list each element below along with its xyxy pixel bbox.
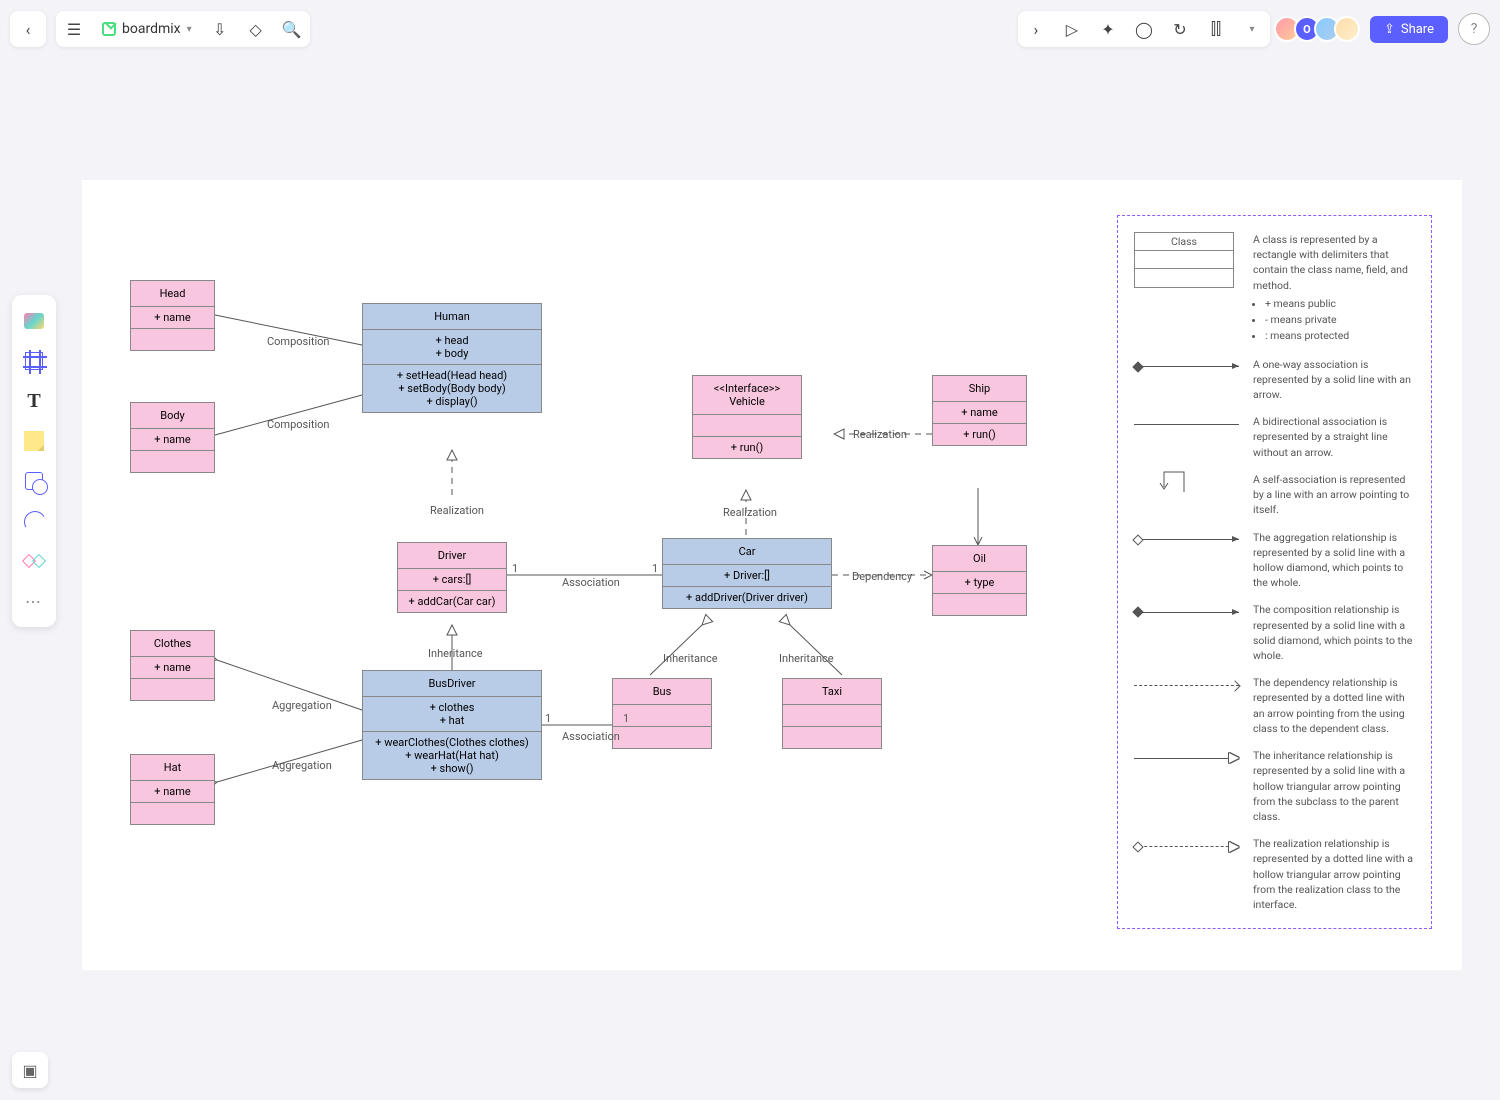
rel-label: Inheritance (663, 652, 718, 665)
class-oil[interactable]: Oil + type (932, 545, 1027, 616)
sticky-note-tool[interactable] (16, 423, 52, 459)
rel-label: Realization (853, 428, 907, 441)
rel-label: Realization (430, 504, 484, 517)
class-ship[interactable]: Ship + name + run() (932, 375, 1027, 446)
rel-label: Aggregation (272, 759, 332, 772)
search-icon[interactable]: 🔍 (274, 11, 310, 47)
rel-label: Association (562, 730, 620, 743)
class-hat[interactable]: Hat + name (130, 754, 215, 825)
history-icon[interactable]: ↻ (1162, 11, 1198, 47)
class-driver[interactable]: Driver + cars:[] + addCar(Car car) (397, 542, 507, 613)
mult-label: 1 (545, 712, 551, 725)
expand-icon[interactable]: › (1018, 11, 1054, 47)
rel-label: Inheritance (428, 647, 483, 660)
app-name: boardmix (122, 21, 181, 37)
minimap-button[interactable]: ▣ (12, 1052, 48, 1088)
canvas[interactable]: Head + name Body + name Human + head+ bo… (82, 180, 1462, 970)
class-clothes[interactable]: Clothes + name (130, 630, 215, 701)
brand-logo-icon (102, 22, 116, 36)
class-vehicle[interactable]: <<Interface>>Vehicle + run() (692, 375, 802, 459)
legend-class-icon: Class (1134, 232, 1234, 288)
rel-label: Association (562, 576, 620, 589)
help-button[interactable]: ? (1458, 13, 1490, 45)
mult-label: 1 (512, 562, 518, 575)
comment-icon[interactable]: ◯ (1126, 11, 1162, 47)
mult-label: 1 (652, 562, 658, 575)
file-menu[interactable]: boardmix ▾ (92, 21, 202, 37)
class-head[interactable]: Head + name (130, 280, 215, 351)
tag-icon[interactable]: ◇ (238, 11, 274, 47)
class-busdriver[interactable]: BusDriver + clothes+ hat + wearClothes(C… (362, 670, 542, 780)
stats-icon[interactable]: ⫿⫿ (1198, 11, 1234, 47)
share-icon: ⇪ (1384, 22, 1395, 37)
share-button[interactable]: ⇪ Share (1370, 16, 1448, 43)
back-button[interactable]: ‹ (10, 11, 46, 47)
collaborator-avatars[interactable]: O (1280, 16, 1360, 42)
frame-tool[interactable] (16, 343, 52, 379)
shape-tool[interactable] (16, 463, 52, 499)
more-chevron-icon[interactable]: ▾ (1234, 11, 1270, 47)
mult-label: 1 (623, 712, 629, 725)
templates-tool[interactable] (16, 303, 52, 339)
text-tool[interactable]: T (16, 383, 52, 419)
avatar (1334, 16, 1360, 42)
line-tool[interactable] (16, 503, 52, 539)
rel-label: Dependency (852, 570, 912, 583)
chevron-down-icon: ▾ (187, 24, 192, 35)
connector-tool[interactable] (16, 543, 52, 579)
side-toolbar: T ⋯ (12, 295, 56, 627)
legend-panel: Class A class is represented by a rectan… (1117, 215, 1432, 929)
class-taxi[interactable]: Taxi (782, 678, 882, 749)
class-car[interactable]: Car + Driver:[] + addDriver(Driver drive… (662, 538, 832, 609)
play-icon[interactable]: ▷ (1054, 11, 1090, 47)
rel-label: Aggregation (272, 699, 332, 712)
menu-button[interactable]: ☰ (56, 11, 92, 47)
download-icon[interactable]: ⇩ (202, 11, 238, 47)
class-body[interactable]: Body + name (130, 402, 215, 473)
sparkle-icon[interactable]: ✦ (1090, 11, 1126, 47)
rel-label: Realization (723, 506, 777, 519)
rel-label: Composition (267, 418, 330, 431)
more-tools[interactable]: ⋯ (16, 583, 52, 619)
rel-label: Composition (267, 335, 330, 348)
class-human[interactable]: Human + head+ body + setHead(Head head)+… (362, 303, 542, 413)
rel-label: Inheritance (779, 652, 834, 665)
